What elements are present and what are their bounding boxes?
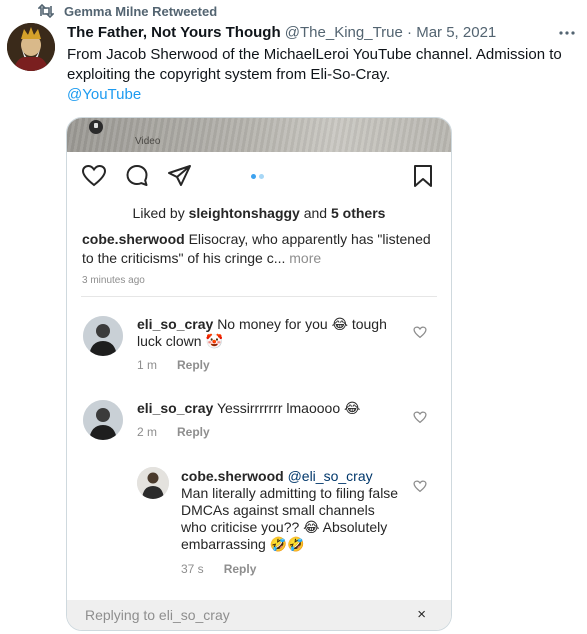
retweet-icon [38, 4, 54, 18]
heart-icon[interactable] [81, 164, 107, 193]
tweet-body: From Jacob Sherwood of the MichaelLeroi … [67, 46, 562, 83]
replying-to-bar[interactable]: Replying to eli_so_cray × [67, 600, 451, 630]
close-icon[interactable]: × [417, 606, 426, 623]
comment-user[interactable]: eli_so_cray [137, 316, 213, 332]
youtube-link[interactable]: @YouTube [67, 85, 579, 105]
handle[interactable]: @The_King_True [285, 24, 403, 41]
video-badge-icon [89, 120, 103, 134]
reply-button[interactable]: Reply [177, 358, 210, 372]
comment-time: 1 m [137, 358, 158, 372]
liked-by[interactable]: Liked by sleightonshaggy and 5 others [67, 205, 451, 221]
reply-button[interactable]: Reply [177, 425, 210, 439]
avatar[interactable] [7, 23, 55, 71]
more-icon[interactable] [557, 25, 577, 41]
comment-meta: 37 s Reply [181, 562, 256, 576]
avatar[interactable] [137, 467, 169, 499]
video-label: Video [135, 136, 161, 147]
comment-time: 37 s [181, 562, 204, 576]
comment-mention[interactable]: @eli_so_cray [288, 468, 373, 484]
comment-meta: 1 m Reply [137, 358, 210, 372]
comment-time: 2 m [137, 425, 158, 439]
post-time: 3 minutes ago [82, 275, 145, 286]
comment-user[interactable]: cobe.sherwood [181, 468, 284, 484]
comment-icon[interactable] [125, 164, 151, 193]
share-icon[interactable] [167, 164, 193, 193]
heart-icon[interactable] [413, 411, 427, 429]
heart-icon[interactable] [413, 326, 427, 344]
video-thumbnail: Video [67, 118, 451, 152]
display-name[interactable]: The Father, Not Yours Though [67, 24, 281, 41]
retweet-context[interactable]: Gemma Milne Retweeted [38, 2, 217, 20]
tweet-media-image[interactable]: Video Liked by sleightonshaggy and 5 oth… [66, 117, 452, 631]
avatar[interactable] [83, 316, 123, 356]
comment-meta: 2 m Reply [137, 425, 210, 439]
caption-user[interactable]: cobe.sherwood [82, 231, 185, 247]
bookmark-icon[interactable] [412, 164, 434, 193]
comment-user[interactable]: eli_so_cray [137, 400, 213, 416]
comment-text: eli_so_cray No money for you 😂 tough luc… [137, 316, 387, 349]
liked-others[interactable]: 5 others [331, 205, 385, 221]
comment-text: cobe.sherwood @eli_so_cray Man literally… [181, 468, 399, 552]
tweet-text: From Jacob Sherwood of the MichaelLeroi … [67, 45, 579, 105]
tweet-date[interactable]: Mar 5, 2021 [416, 24, 496, 41]
heart-icon[interactable] [413, 480, 427, 498]
reply-button[interactable]: Reply [224, 562, 257, 576]
avatar[interactable] [83, 400, 123, 440]
replying-to-text: Replying to eli_so_cray [85, 607, 230, 623]
comment-text: eli_so_cray Yessirrrrrrr lmaoooo 😂 [137, 400, 361, 416]
tweet-header: The Father, Not Yours Though @The_King_T… [67, 23, 575, 43]
divider [81, 296, 437, 297]
caption-more[interactable]: more [289, 250, 321, 266]
retweet-label: Gemma Milne Retweeted [64, 3, 218, 19]
liked-user[interactable]: sleightonshaggy [189, 205, 300, 221]
separator: · [407, 24, 413, 41]
carousel-dots [251, 174, 264, 179]
post-caption: cobe.sherwood Elisocray, who apparently … [82, 230, 437, 268]
